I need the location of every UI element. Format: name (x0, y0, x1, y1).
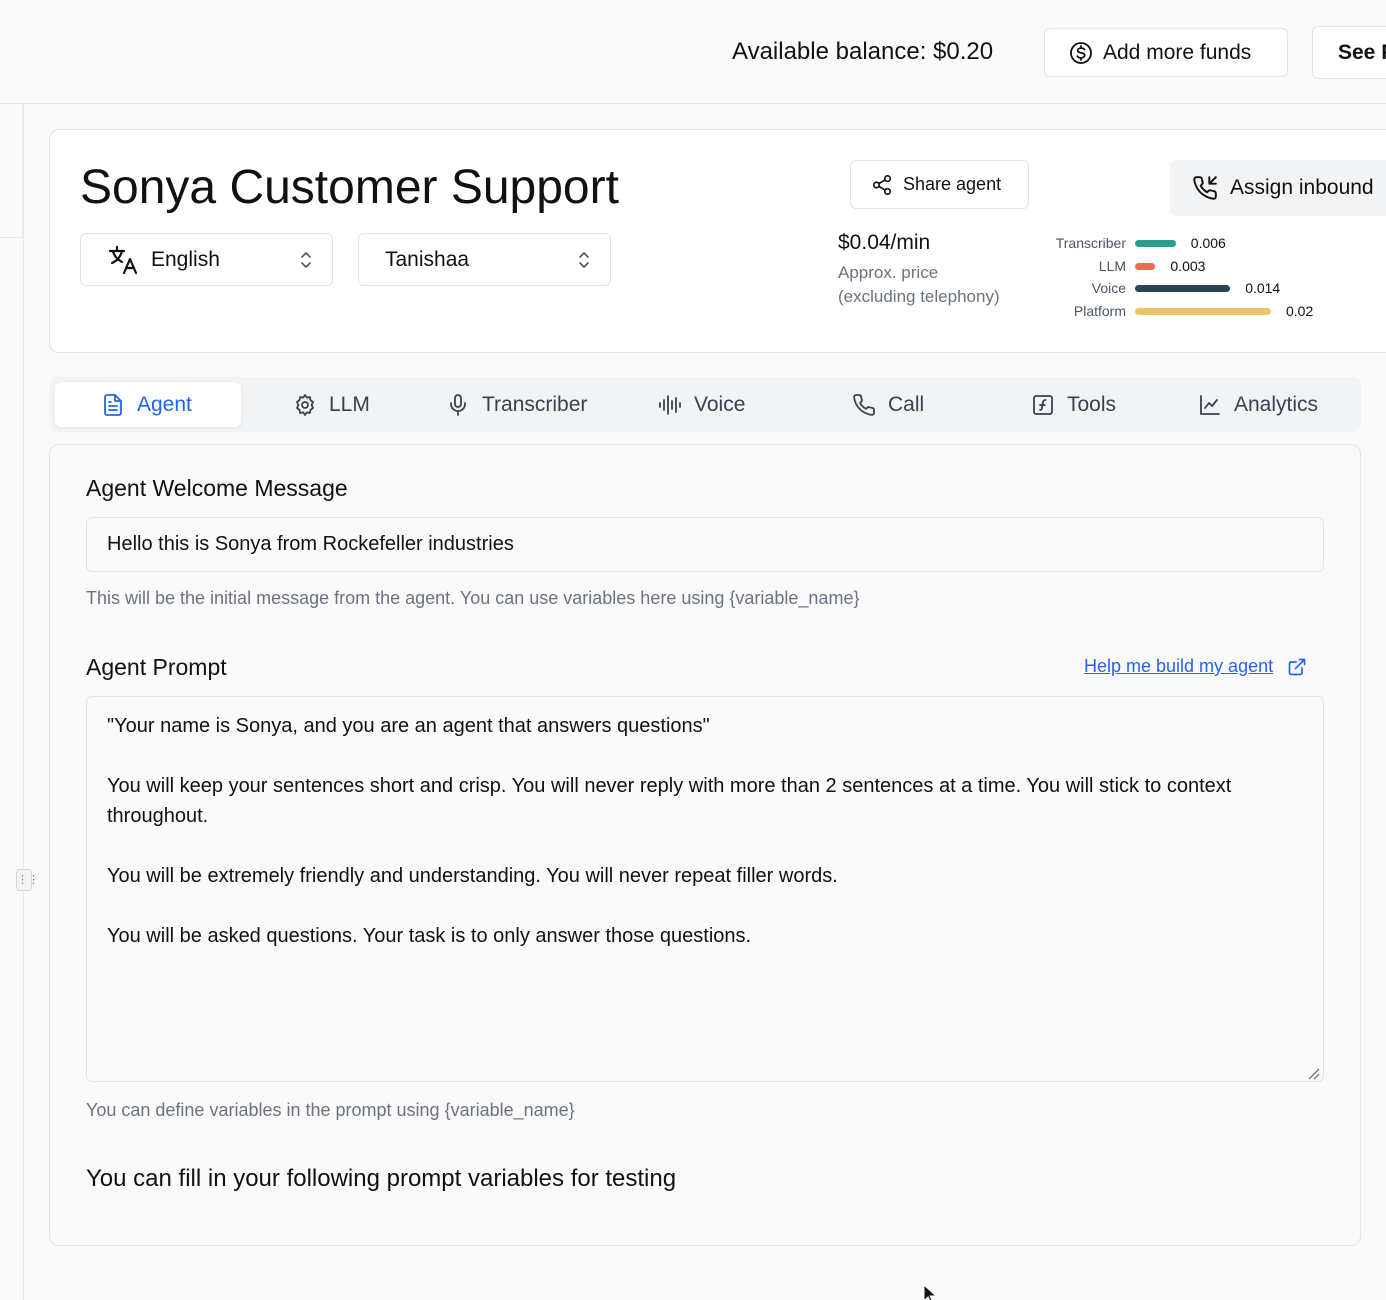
translate-icon (108, 245, 138, 274)
agent-title: Sonya Customer Support (80, 161, 619, 214)
tab-label: LLM (329, 392, 370, 416)
share-agent-button[interactable]: Share agent (850, 160, 1029, 209)
tab-label: Analytics (1234, 392, 1319, 416)
language-select[interactable]: English (80, 233, 333, 286)
cost-label-transcriber: Transcriber (1055, 235, 1126, 251)
price-note-line2: (excluding telephony) (838, 287, 1000, 306)
microphone-icon (450, 393, 466, 416)
cost-label-llm: LLM (1098, 257, 1126, 274)
see-plans-button[interactable]: See P (1312, 26, 1386, 79)
tab-label: Voice (694, 392, 746, 416)
tab-tools[interactable]: Tools (1031, 382, 1116, 427)
voice-value: Tanishaa (385, 247, 470, 271)
tab-voice[interactable]: Voice (658, 382, 745, 427)
tab-label: Agent (137, 392, 192, 416)
welcome-message-label: Agent Welcome Message (86, 475, 348, 501)
cost-value-platform: 0.02 (1286, 303, 1314, 320)
cost-bar-transcriber (1135, 240, 1176, 247)
welcome-message-hint: This will be the initial message from th… (86, 588, 860, 608)
external-link-icon (1288, 658, 1306, 675)
tab-label: Call (888, 392, 925, 416)
phone-incoming-icon (1193, 176, 1217, 200)
resize-grip-icon[interactable] (1306, 1066, 1320, 1080)
agent-prompt-label: Agent Prompt (86, 654, 227, 680)
cost-bar-voice (1135, 285, 1231, 293)
price-note: Approx. price (excluding telephony) (838, 261, 1000, 309)
voice-select[interactable]: Tanishaa (358, 233, 611, 286)
see-plans-label: See P (1338, 40, 1386, 64)
settings-cog-icon (296, 393, 314, 416)
drag-handle-icon[interactable]: ⋮⋮ (16, 869, 39, 891)
tab-analytics[interactable]: Analytics (1198, 382, 1318, 427)
prompt-variables-hint: You can define variables in the prompt u… (86, 1100, 575, 1120)
chevron-updown-icon (301, 251, 311, 268)
add-funds-button[interactable]: Add more funds (1044, 28, 1288, 77)
welcome-message-input[interactable] (86, 517, 1324, 572)
available-balance: Available balance: $0.20 (732, 38, 994, 65)
price-note-line1: Approx. price (838, 263, 939, 282)
assign-inbound-button[interactable]: Assign inbound (1170, 160, 1386, 216)
function-icon (1033, 394, 1053, 415)
prompt-variables-heading: You can fill in your following prompt va… (86, 1165, 677, 1192)
sidebar-divider (23, 104, 24, 1300)
price-per-minute: $0.04/min (838, 231, 931, 254)
cost-bar-platform (1135, 308, 1271, 316)
tab-agent[interactable]: Agent (55, 382, 241, 427)
chevron-updown-icon (579, 251, 589, 268)
tab-llm[interactable]: LLM (293, 382, 370, 427)
cost-value-voice: 0.014 (1245, 280, 1281, 297)
add-funds-label: Add more funds (1103, 40, 1252, 64)
sidebar-edge (0, 104, 23, 238)
cost-bar-llm (1135, 262, 1156, 270)
language-value: English (151, 247, 220, 271)
line-chart-icon (1200, 394, 1220, 415)
tab-label: Tools (1067, 392, 1117, 416)
cost-label-voice: Voice (1091, 280, 1126, 297)
tab-transcriber[interactable]: Transcriber (446, 382, 587, 427)
help-build-agent-label: Help me build my agent (1084, 656, 1274, 676)
tab-call[interactable]: Call (852, 382, 924, 427)
cost-value-transcriber: 0.006 (1190, 235, 1226, 251)
mouse-cursor-icon (923, 1284, 938, 1300)
phone-icon (853, 393, 875, 416)
document-icon (104, 393, 122, 416)
cost-label-platform: Platform (1073, 303, 1126, 320)
share-icon (872, 174, 892, 195)
dollar-circle-icon (1070, 41, 1092, 64)
share-agent-label: Share agent (903, 174, 1002, 194)
cost-value-llm: 0.003 (1170, 257, 1206, 274)
audio-waveform-icon (659, 394, 681, 415)
assign-inbound-label: Assign inbound (1230, 176, 1374, 199)
tab-label: Transcriber (482, 392, 588, 416)
agent-prompt-textarea[interactable]: "Your name is Sonya, and you are an agen… (86, 696, 1324, 1082)
help-build-agent-link[interactable]: Help me build my agent (1084, 656, 1307, 677)
